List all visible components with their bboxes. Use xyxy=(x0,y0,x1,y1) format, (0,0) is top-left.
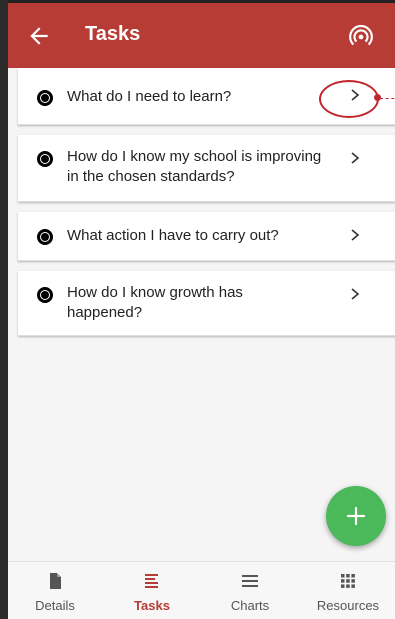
menu-icon xyxy=(242,575,258,587)
grid-icon xyxy=(341,574,355,588)
radio-bullet-icon xyxy=(37,287,53,303)
task-item-3[interactable]: What action I have to carry out? xyxy=(18,212,395,261)
nav-label: Tasks xyxy=(134,598,170,613)
app-screen: Tasks What do I need to learn? How do I … xyxy=(8,0,395,619)
nav-details[interactable]: Details xyxy=(10,562,100,619)
arrow-left-icon[interactable] xyxy=(26,23,52,49)
task-label: What do I need to learn? xyxy=(67,88,232,105)
chevron-right-icon[interactable] xyxy=(348,228,362,242)
chevron-right-icon[interactable] xyxy=(348,287,362,301)
bottom-navigation: Details Tasks Charts Resources xyxy=(8,561,395,619)
nav-label: Charts xyxy=(230,598,270,613)
nav-charts[interactable]: Charts xyxy=(205,562,295,619)
page-title: Tasks xyxy=(85,23,141,45)
task-list: What do I need to learn? How do I know m… xyxy=(18,68,395,336)
plus-icon xyxy=(346,506,366,526)
nav-label: Details xyxy=(35,598,75,613)
task-item-2[interactable]: How do I know my school is improving in … xyxy=(18,135,395,202)
radio-bullet-icon xyxy=(37,90,53,106)
task-label: How do I know growth has happened? xyxy=(67,284,243,321)
task-item-4[interactable]: How do I know growth has happened? xyxy=(18,271,395,336)
chevron-right-icon[interactable] xyxy=(348,151,362,165)
broadcast-icon[interactable] xyxy=(348,24,374,50)
radio-bullet-icon xyxy=(37,151,53,167)
task-item-1[interactable]: What do I need to learn? xyxy=(18,68,395,125)
nav-tasks[interactable]: Tasks xyxy=(107,562,197,619)
top-app-bar: Tasks xyxy=(8,0,395,68)
nav-label: Resources xyxy=(316,598,380,613)
nav-resources[interactable]: Resources xyxy=(303,562,393,619)
radio-bullet-icon xyxy=(37,229,53,245)
task-label: How do I know my school is improving in … xyxy=(67,148,322,185)
task-label: What action I have to carry out? xyxy=(67,227,279,244)
document-icon xyxy=(50,573,61,589)
annotation-line xyxy=(380,98,395,99)
annotation-circle xyxy=(319,80,379,118)
list-icon xyxy=(145,574,158,588)
add-task-button[interactable] xyxy=(326,486,386,546)
